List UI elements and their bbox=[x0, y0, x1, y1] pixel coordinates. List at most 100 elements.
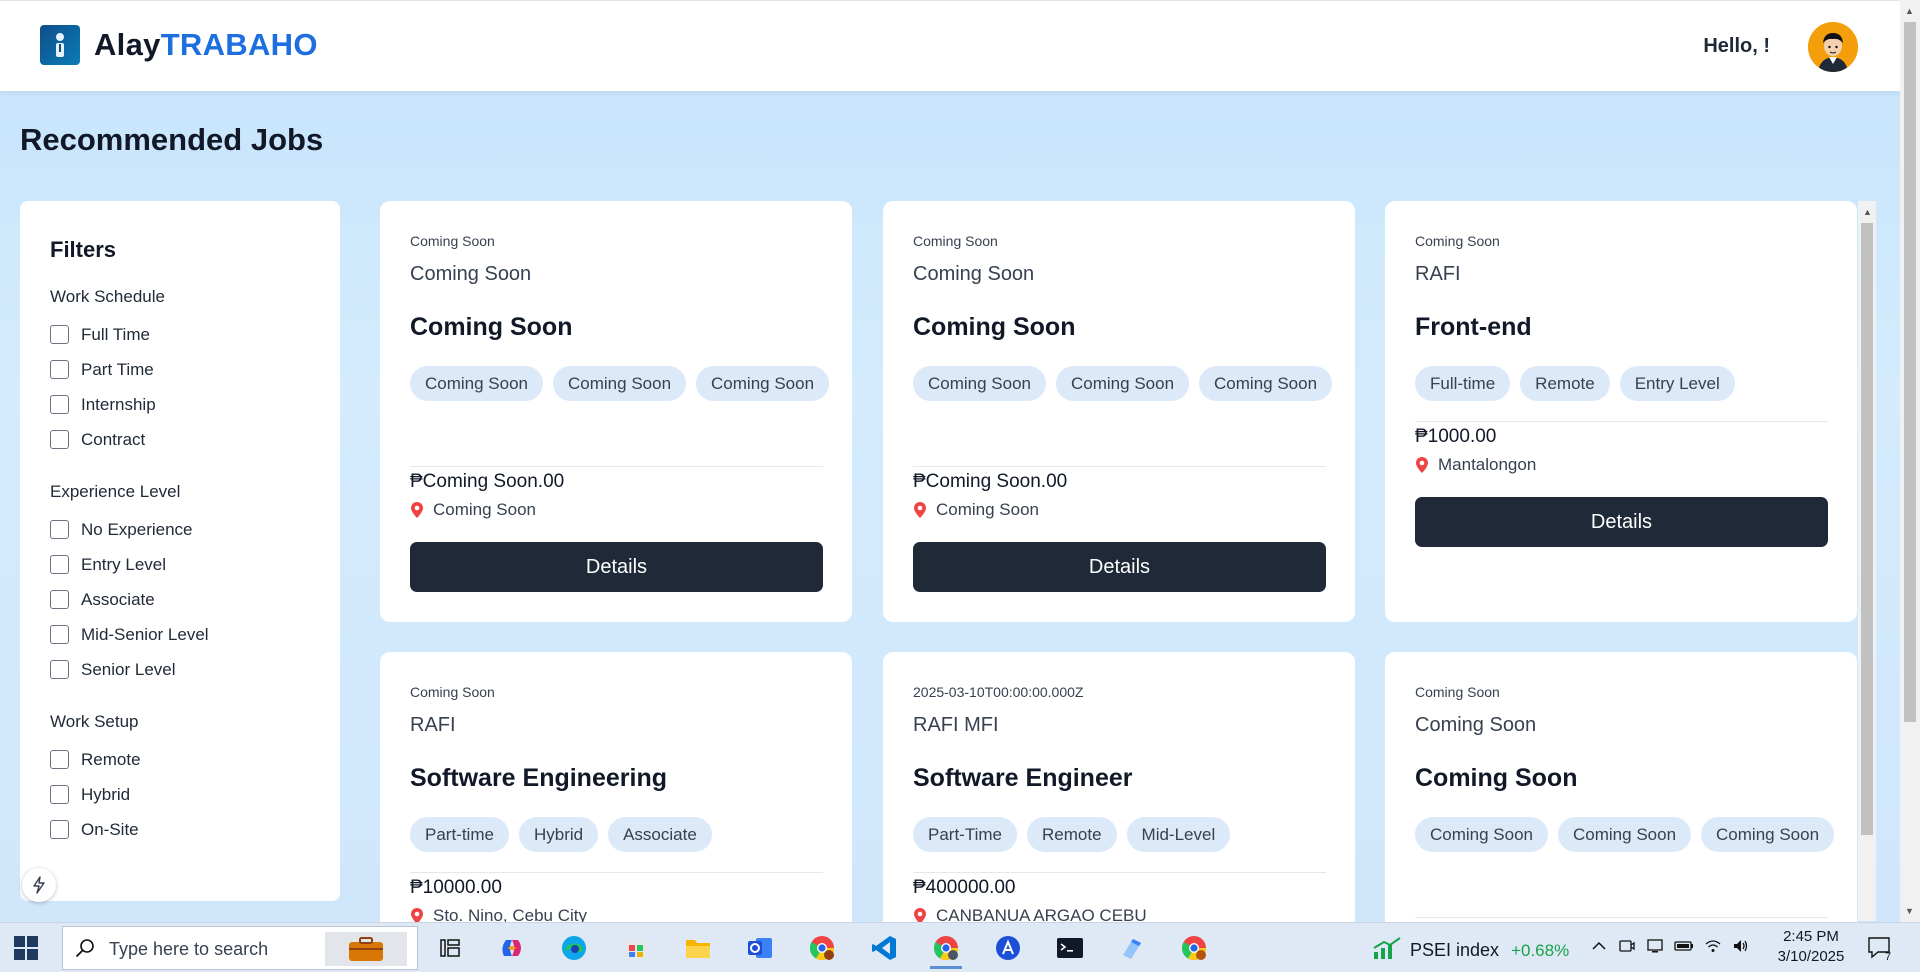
checkbox[interactable] bbox=[50, 660, 69, 679]
job-salary: ₱10000.00 bbox=[410, 877, 502, 898]
job-tag: Part-time bbox=[410, 817, 509, 852]
user-avatar[interactable] bbox=[1808, 22, 1858, 72]
filter-option-no-experience[interactable]: No Experience bbox=[50, 512, 209, 547]
filter-option-entry-level[interactable]: Entry Level bbox=[50, 547, 209, 582]
task-view-icon[interactable] bbox=[434, 932, 466, 964]
details-button[interactable]: Details bbox=[410, 542, 823, 592]
filter-option-mid-senior-level[interactable]: Mid-Senior Level bbox=[50, 617, 209, 652]
battery-icon[interactable] bbox=[1674, 937, 1694, 960]
brand-logo-text[interactable]: AlayTRABAHO bbox=[94, 27, 318, 63]
chart-up-icon bbox=[1372, 936, 1402, 965]
details-button[interactable]: Details bbox=[913, 542, 1326, 592]
notepad-icon[interactable] bbox=[1116, 932, 1148, 964]
outlook-icon[interactable] bbox=[744, 932, 776, 964]
checkbox[interactable] bbox=[50, 820, 69, 839]
filter-option-full-time[interactable]: Full Time bbox=[50, 317, 165, 352]
filter-option-on-site[interactable]: On-Site bbox=[50, 812, 141, 847]
file-explorer-icon[interactable] bbox=[682, 932, 714, 964]
camera-icon[interactable] bbox=[1618, 937, 1636, 960]
notification-icon[interactable]: 7 bbox=[1866, 934, 1896, 967]
wifi-icon[interactable] bbox=[1704, 937, 1722, 960]
job-footer: ₱1000.00 Mantalongon Details bbox=[1415, 421, 1828, 547]
job-tag: Remote bbox=[1027, 817, 1117, 852]
filter-group-work-schedule: Work Schedule Full Time Part Time Intern… bbox=[50, 287, 165, 457]
job-footer bbox=[1415, 917, 1828, 918]
filter-group-title: Work Setup bbox=[50, 712, 139, 731]
job-company: RAFI bbox=[410, 714, 456, 736]
microsoft-store-icon[interactable] bbox=[620, 932, 652, 964]
scrollbar-thumb[interactable] bbox=[1861, 223, 1873, 835]
job-title: Front-end bbox=[1415, 313, 1532, 341]
checkbox[interactable] bbox=[50, 430, 69, 449]
scroll-down-arrow-icon[interactable]: ▼ bbox=[1905, 906, 1914, 916]
job-salary: ₱Coming Soon.00 bbox=[913, 471, 1068, 492]
job-tags: Coming Soon Coming Soon Coming Soon bbox=[410, 366, 830, 401]
job-tag: Coming Soon bbox=[1558, 817, 1692, 852]
chrome-icon[interactable] bbox=[1178, 932, 1210, 964]
checkbox[interactable] bbox=[50, 785, 69, 804]
checkbox[interactable] bbox=[50, 520, 69, 539]
job-title: Coming Soon bbox=[1415, 764, 1578, 792]
job-date: Coming Soon bbox=[913, 233, 998, 249]
job-card: Coming Soon Coming Soon Coming Soon Comi… bbox=[380, 201, 852, 622]
filter-option-internship[interactable]: Internship bbox=[50, 387, 165, 422]
checkbox[interactable] bbox=[50, 625, 69, 644]
scroll-up-arrow-icon[interactable]: ▲ bbox=[1863, 207, 1872, 217]
ticker-change: +0.68% bbox=[1511, 940, 1570, 960]
filter-group-title: Work Schedule bbox=[50, 287, 165, 306]
stock-ticker-widget[interactable]: PSEI index +0.68% bbox=[1372, 936, 1569, 965]
filter-option-part-time[interactable]: Part Time bbox=[50, 352, 165, 387]
job-location: Coming Soon bbox=[913, 497, 1326, 523]
job-date: Coming Soon bbox=[1415, 233, 1500, 249]
page-scrollbar[interactable]: ▲ ▼ bbox=[1900, 0, 1920, 922]
edge-browser-icon[interactable] bbox=[558, 932, 590, 964]
job-tag: Part-Time bbox=[913, 817, 1017, 852]
chevron-up-icon[interactable] bbox=[1590, 937, 1608, 960]
top-navbar: AlayTRABAHO Hello, ! bbox=[0, 0, 1900, 91]
checkbox[interactable] bbox=[50, 750, 69, 769]
job-tags: Coming Soon Coming Soon Coming Soon bbox=[1415, 817, 1835, 852]
checkbox[interactable] bbox=[50, 325, 69, 344]
job-tags: Part-time Hybrid Associate bbox=[410, 817, 830, 852]
brand-name-part1: Alay bbox=[94, 27, 161, 62]
filter-option-senior-level[interactable]: Senior Level bbox=[50, 652, 209, 687]
filter-option-associate[interactable]: Associate bbox=[50, 582, 209, 617]
search-placeholder: Type here to search bbox=[109, 939, 269, 959]
checkbox[interactable] bbox=[50, 555, 69, 574]
job-tag: Coming Soon bbox=[1701, 817, 1835, 852]
job-card: Coming Soon Coming Soon Coming Soon Comi… bbox=[883, 201, 1355, 622]
scroll-up-arrow-icon[interactable]: ▲ bbox=[1905, 6, 1914, 16]
filter-option-contract[interactable]: Contract bbox=[50, 422, 165, 457]
job-title: Coming Soon bbox=[410, 313, 573, 341]
filter-option-hybrid[interactable]: Hybrid bbox=[50, 777, 141, 812]
location-pin-icon bbox=[410, 501, 424, 519]
copilot-icon[interactable] bbox=[496, 932, 528, 964]
chrome-active-icon[interactable] bbox=[930, 929, 962, 969]
volume-icon[interactable] bbox=[1732, 937, 1750, 960]
lightning-icon[interactable] bbox=[22, 868, 56, 902]
taskbar-clock[interactable]: 2:45 PM 3/10/2025 bbox=[1770, 927, 1852, 967]
taskbar-search-box[interactable]: Type here to search bbox=[62, 926, 418, 970]
checkbox[interactable] bbox=[50, 590, 69, 609]
job-tag: Coming Soon bbox=[410, 366, 544, 401]
windows-start-icon[interactable] bbox=[14, 936, 38, 965]
job-tag: Coming Soon bbox=[696, 366, 830, 401]
vscode-icon[interactable] bbox=[868, 932, 900, 964]
chrome-profile-icon[interactable] bbox=[806, 932, 838, 964]
job-tag: Coming Soon bbox=[553, 366, 687, 401]
checkbox[interactable] bbox=[50, 360, 69, 379]
job-company: Coming Soon bbox=[1415, 714, 1537, 736]
job-company: Coming Soon bbox=[410, 263, 532, 285]
checkbox[interactable] bbox=[50, 395, 69, 414]
scrollbar-thumb[interactable] bbox=[1904, 22, 1916, 722]
details-button[interactable]: Details bbox=[1415, 497, 1828, 547]
job-tag: Associate bbox=[608, 817, 712, 852]
display-icon[interactable] bbox=[1646, 937, 1664, 960]
filter-option-remote[interactable]: Remote bbox=[50, 742, 141, 777]
job-list-scrollbar[interactable]: ▲ bbox=[1858, 201, 1876, 921]
terminal-icon[interactable] bbox=[1054, 932, 1086, 964]
logo-icon[interactable] bbox=[40, 25, 80, 65]
briefcase-icon[interactable] bbox=[325, 932, 407, 966]
job-location: Coming Soon bbox=[410, 497, 823, 523]
app-store-icon[interactable] bbox=[992, 932, 1024, 964]
